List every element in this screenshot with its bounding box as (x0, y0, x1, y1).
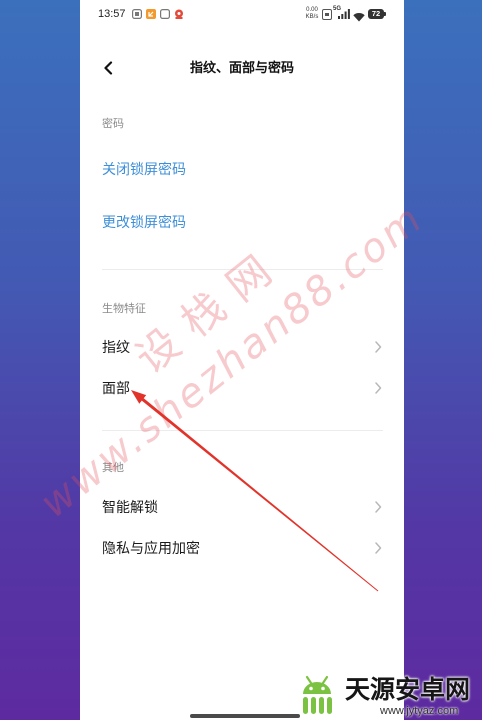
setting-smart-unlock[interactable]: 智能解锁 (80, 487, 404, 527)
list-item-label: 关闭锁屏密码 (102, 161, 186, 177)
section-header-password: 密码 (102, 118, 124, 130)
android-robot-icon (303, 675, 332, 714)
section-header-biometrics: 生物特征 (102, 303, 146, 315)
status-bar: 13:57 0.00 KB/s 5G 72 (80, 0, 404, 28)
cellular-signal-icon: 5G (333, 6, 351, 20)
chevron-right-icon (375, 501, 382, 513)
network-speed-value: 0.00 (306, 7, 318, 13)
hd-icon (322, 9, 332, 20)
setting-turn-off-lock-screen-password[interactable]: 关闭锁屏密码 (80, 149, 404, 189)
chevron-left-icon (104, 61, 113, 75)
logo-name: 天源安卓网 (345, 676, 471, 704)
battery-icon: 72 (368, 9, 386, 19)
wifi-icon (353, 9, 365, 22)
list-item-label: 更改锁屏密码 (102, 214, 186, 230)
setting-privacy-app-encryption[interactable]: 隐私与应用加密 (80, 528, 404, 568)
site-logo: 天源安卓网 www.jytyaz.com (290, 668, 480, 718)
status-time: 13:57 (98, 8, 126, 20)
chevron-right-icon (375, 341, 382, 353)
home-indicator[interactable] (190, 714, 300, 718)
list-item-label: 智能解锁 (102, 499, 158, 515)
list-item-label: 面部 (102, 380, 130, 396)
chevron-right-icon (375, 542, 382, 554)
app-notification-icon (146, 9, 156, 19)
list-item-label: 隐私与应用加密 (102, 540, 200, 556)
app-notification-icon (160, 9, 170, 19)
battery-level: 72 (371, 9, 381, 18)
logo-url: www.jytyaz.com (380, 705, 459, 717)
network-speed-unit: KB/s (305, 13, 319, 20)
app-notification-icon (174, 9, 184, 19)
network-speed: 0.00 KB/s (304, 7, 320, 20)
list-item-label: 指纹 (102, 339, 130, 355)
back-button[interactable] (98, 57, 120, 79)
app-notification-icon (132, 9, 142, 19)
chevron-right-icon (375, 382, 382, 394)
page-title: 指纹、面部与密码 (189, 60, 294, 75)
